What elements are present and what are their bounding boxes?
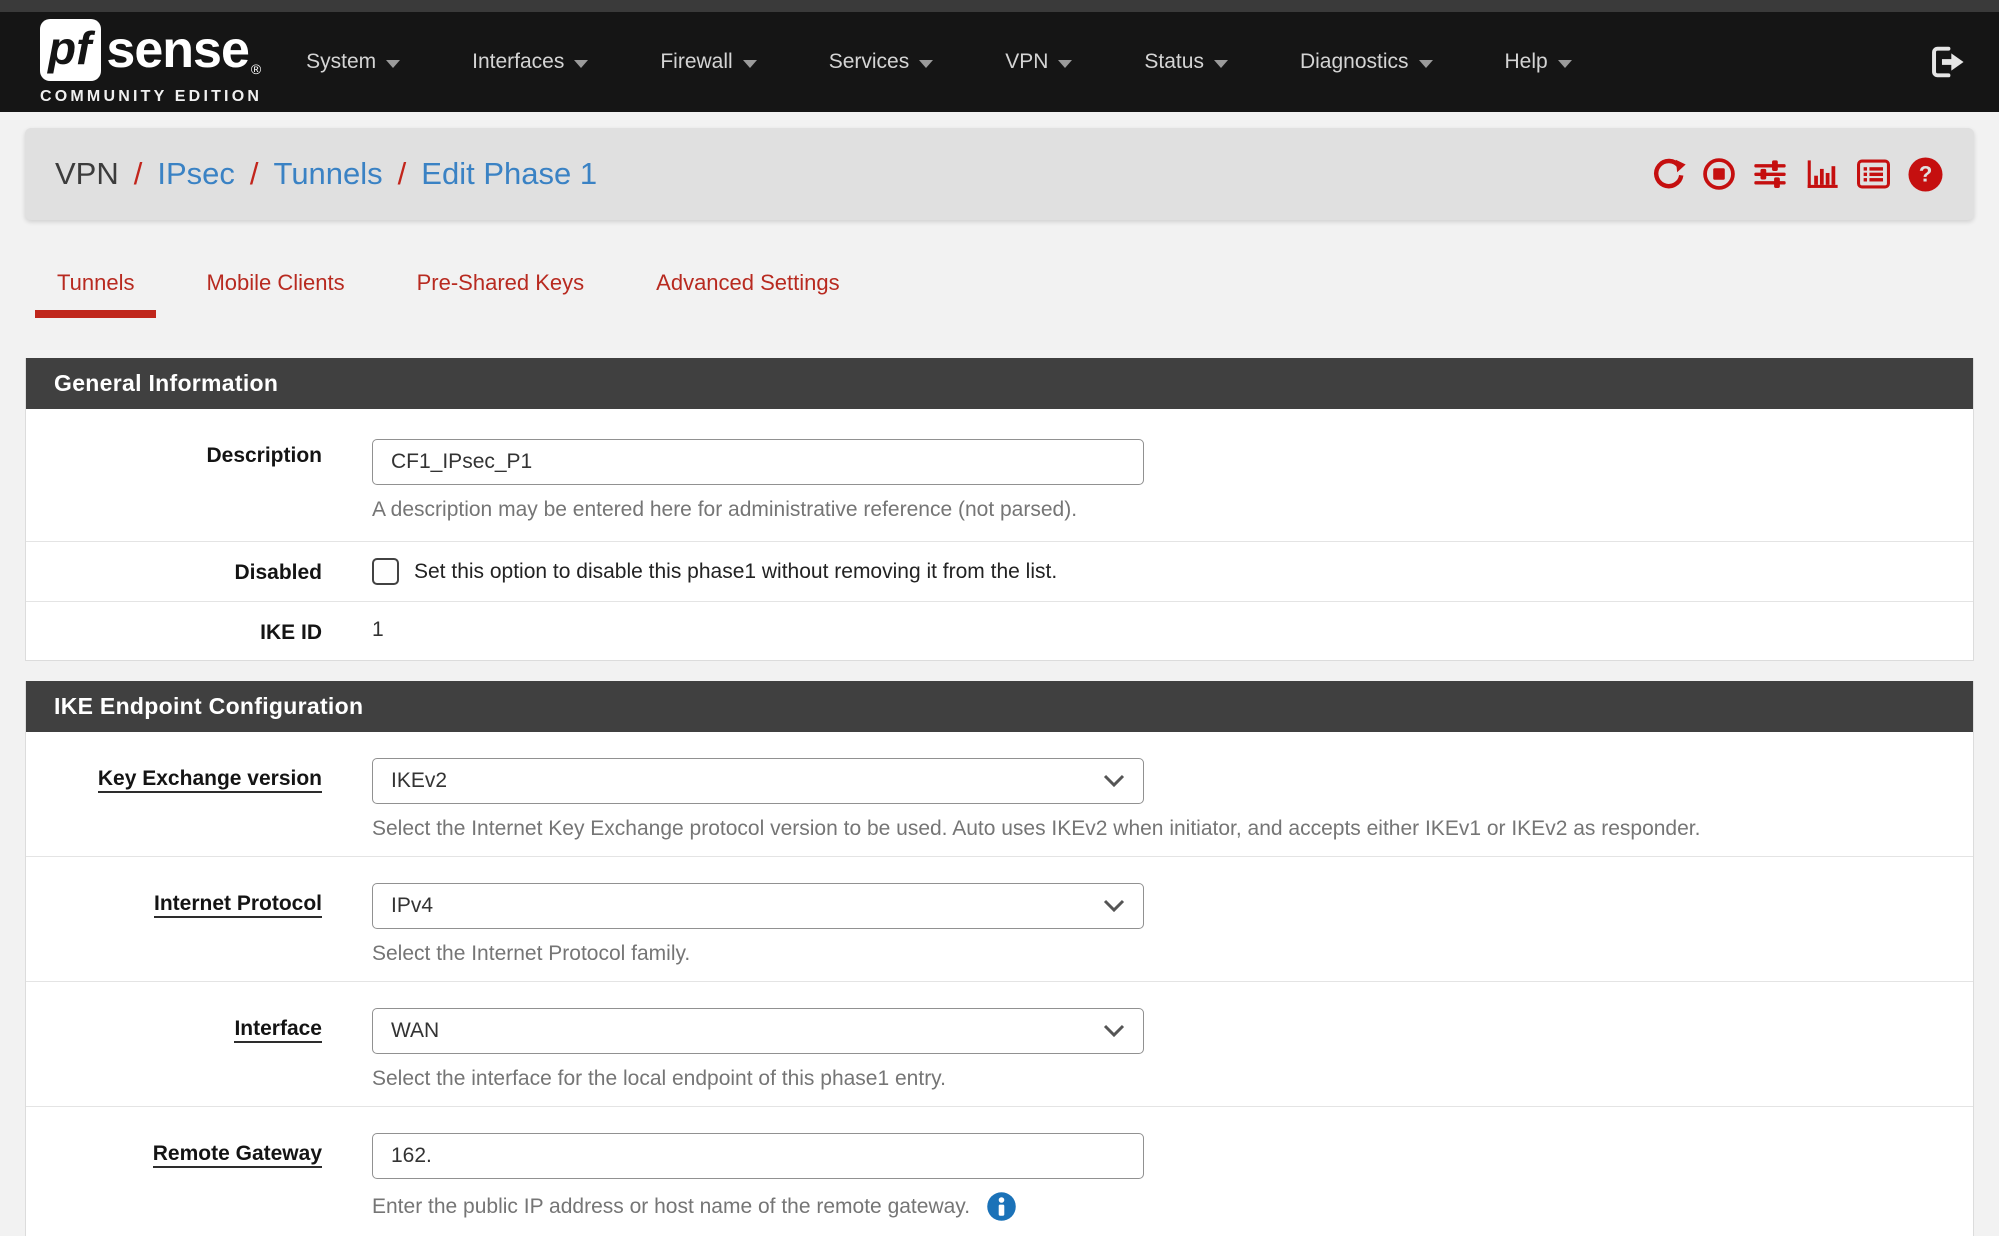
form-row-interface: Interface WAN Select the interface for t… bbox=[26, 982, 1973, 1107]
disabled-checkbox[interactable] bbox=[372, 558, 399, 585]
logo-subtitle: COMMUNITY EDITION bbox=[40, 88, 262, 106]
interface-help: Select the interface for the local endpo… bbox=[372, 1066, 1973, 1092]
tab-tunnels[interactable]: Tunnels bbox=[35, 270, 156, 318]
breadcrumb: VPN / IPsec / Tunnels / Edit Phase 1 bbox=[55, 156, 597, 192]
nav-item-help[interactable]: Help bbox=[1505, 50, 1572, 74]
form-row-remote-gateway: Remote Gateway Enter the public IP addre… bbox=[26, 1107, 1973, 1236]
nav-item-services[interactable]: Services bbox=[829, 50, 934, 74]
chevron-down-icon bbox=[1214, 60, 1228, 68]
sign-out-icon bbox=[1929, 44, 1965, 80]
key-exchange-version-select[interactable]: IKEv2 bbox=[372, 758, 1144, 804]
tab-bar: Tunnels Mobile Clients Pre-Shared Keys A… bbox=[25, 270, 1974, 318]
nav-menu: System Interfaces Firewall Services VPN … bbox=[306, 50, 1572, 74]
nav-item-interfaces[interactable]: Interfaces bbox=[472, 50, 588, 74]
chevron-down-icon bbox=[1419, 60, 1433, 68]
breadcrumb-link-tunnels[interactable]: Tunnels bbox=[274, 156, 383, 192]
interface-value: WAN bbox=[391, 1019, 439, 1043]
nav-item-label: Diagnostics bbox=[1300, 50, 1409, 74]
panel-body: Key Exchange version IKEv2 Select the In… bbox=[26, 732, 1973, 1236]
nav-item-label: Help bbox=[1505, 50, 1548, 74]
svg-text:?: ? bbox=[1919, 161, 1933, 186]
nav-item-label: Interfaces bbox=[472, 50, 564, 74]
form-row-description: Description A description may be entered… bbox=[26, 409, 1973, 542]
breadcrumb-separator: / bbox=[134, 156, 143, 192]
chevron-down-icon bbox=[1103, 899, 1125, 913]
nav-item-firewall[interactable]: Firewall bbox=[660, 50, 756, 74]
chevron-down-icon bbox=[919, 60, 933, 68]
list-icon[interactable] bbox=[1856, 157, 1891, 191]
breadcrumb-separator: / bbox=[250, 156, 259, 192]
window-top-strip bbox=[0, 0, 1999, 12]
form-row-disabled: Disabled Set this option to disable this… bbox=[26, 542, 1973, 602]
tab-mobile-clients[interactable]: Mobile Clients bbox=[184, 270, 366, 318]
registered-mark: ® bbox=[251, 61, 261, 77]
pfsense-logo[interactable]: pf sense ® COMMUNITY EDITION bbox=[40, 19, 262, 106]
ike-id-label: IKE ID bbox=[26, 602, 372, 660]
bar-chart-icon[interactable] bbox=[1804, 157, 1840, 191]
panel-body: Description A description may be entered… bbox=[26, 409, 1973, 660]
chevron-down-icon bbox=[743, 60, 757, 68]
chevron-down-icon bbox=[386, 60, 400, 68]
panel-general-information: General Information Description A descri… bbox=[25, 358, 1974, 661]
logo-wordmark: sense bbox=[106, 24, 248, 76]
panel-ike-endpoint-configuration: IKE Endpoint Configuration Key Exchange … bbox=[25, 681, 1974, 1236]
ike-id-value: 1 bbox=[372, 618, 384, 641]
internet-protocol-help: Select the Internet Protocol family. bbox=[372, 941, 1973, 967]
chevron-down-icon bbox=[574, 60, 588, 68]
page-toolbar: ? bbox=[1652, 156, 1944, 193]
disabled-label: Disabled bbox=[26, 542, 372, 601]
pf-logo-mark: pf bbox=[40, 19, 101, 81]
internet-protocol-label: Internet Protocol bbox=[26, 857, 372, 981]
breadcrumb-separator: / bbox=[398, 156, 407, 192]
key-exchange-version-value: IKEv2 bbox=[391, 769, 447, 793]
info-circle-icon[interactable] bbox=[986, 1191, 1017, 1222]
chevron-down-icon bbox=[1103, 1024, 1125, 1038]
description-label: Description bbox=[26, 409, 372, 541]
breadcrumb-root: VPN bbox=[55, 156, 119, 192]
nav-item-label: Firewall bbox=[660, 50, 732, 74]
help-icon[interactable]: ? bbox=[1907, 156, 1944, 193]
stop-icon[interactable] bbox=[1702, 157, 1736, 191]
interface-label: Interface bbox=[26, 982, 372, 1106]
nav-item-system[interactable]: System bbox=[306, 50, 400, 74]
tab-advanced-settings[interactable]: Advanced Settings bbox=[634, 270, 861, 318]
chevron-down-icon bbox=[1058, 60, 1072, 68]
form-row-key-exchange-version: Key Exchange version IKEv2 Select the In… bbox=[26, 732, 1973, 857]
panel-title-general: General Information bbox=[26, 358, 1973, 409]
nav-item-label: Services bbox=[829, 50, 910, 74]
nav-item-label: System bbox=[306, 50, 376, 74]
nav-item-diagnostics[interactable]: Diagnostics bbox=[1300, 50, 1433, 74]
chevron-down-icon bbox=[1103, 774, 1125, 788]
nav-item-vpn[interactable]: VPN bbox=[1005, 50, 1072, 74]
sliders-icon[interactable] bbox=[1752, 157, 1788, 191]
logout-button[interactable] bbox=[1929, 44, 1965, 80]
breadcrumb-link-ipsec[interactable]: IPsec bbox=[157, 156, 235, 192]
nav-item-status[interactable]: Status bbox=[1144, 50, 1228, 74]
breadcrumb-bar: VPN / IPsec / Tunnels / Edit Phase 1 bbox=[25, 128, 1974, 220]
breadcrumb-link-edit-phase-1[interactable]: Edit Phase 1 bbox=[421, 156, 597, 192]
tab-pre-shared-keys[interactable]: Pre-Shared Keys bbox=[395, 270, 607, 318]
top-navbar: pf sense ® COMMUNITY EDITION System Inte… bbox=[0, 12, 1999, 112]
remote-gateway-label: Remote Gateway bbox=[26, 1107, 372, 1236]
internet-protocol-value: IPv4 bbox=[391, 894, 433, 918]
chevron-down-icon bbox=[1558, 60, 1572, 68]
interface-select[interactable]: WAN bbox=[372, 1008, 1144, 1054]
refresh-icon[interactable] bbox=[1652, 157, 1686, 191]
form-row-internet-protocol: Internet Protocol IPv4 Select the Intern… bbox=[26, 857, 1973, 982]
remote-gateway-input[interactable] bbox=[372, 1133, 1144, 1179]
remote-gateway-help: Enter the public IP address or host name… bbox=[372, 1191, 1973, 1222]
disabled-checkbox-text: Set this option to disable this phase1 w… bbox=[414, 560, 1057, 584]
nav-item-label: VPN bbox=[1005, 50, 1048, 74]
panel-title-ike-endpoint: IKE Endpoint Configuration bbox=[26, 681, 1973, 732]
description-help: A description may be entered here for ad… bbox=[372, 497, 1973, 523]
key-exchange-version-help: Select the Internet Key Exchange protoco… bbox=[372, 816, 1973, 842]
key-exchange-version-label: Key Exchange version bbox=[26, 732, 372, 856]
description-input[interactable] bbox=[372, 439, 1144, 485]
nav-item-label: Status bbox=[1144, 50, 1204, 74]
form-row-ike-id: IKE ID 1 bbox=[26, 602, 1973, 660]
internet-protocol-select[interactable]: IPv4 bbox=[372, 883, 1144, 929]
